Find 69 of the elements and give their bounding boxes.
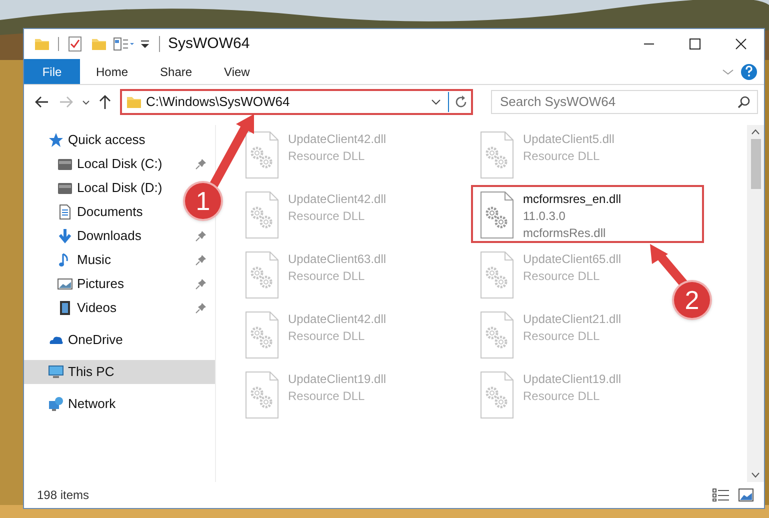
dll-file-icon <box>244 191 280 239</box>
ribbon-tab[interactable]: Share <box>144 59 208 84</box>
ribbon-tab[interactable]: View <box>208 59 266 84</box>
file-name: UpdateClient19.dll <box>288 371 386 388</box>
file-detail: Resource DLL <box>288 148 366 165</box>
dll-file-icon <box>479 311 515 359</box>
file-name: UpdateClient42.dll <box>288 311 386 328</box>
file-detail: mcformsRes.dll <box>523 225 607 242</box>
view-options-icon[interactable] <box>113 36 135 52</box>
large-icons-view-icon[interactable] <box>738 488 754 502</box>
ribbon-tab[interactable]: Home <box>80 59 144 84</box>
file-name: UpdateClient42.dll <box>288 131 386 148</box>
file-detail: Resource DLL <box>288 388 366 405</box>
dll-file-icon <box>244 131 280 179</box>
nav-item[interactable]: This PC <box>24 360 215 384</box>
file-detail: 11.0.3.0 <box>523 208 566 225</box>
document-icon <box>57 204 73 220</box>
properties-check-icon[interactable] <box>67 36 83 52</box>
nav-item[interactable]: Quick access <box>24 128 154 152</box>
drive-icon <box>57 180 73 196</box>
file-item[interactable]: mcformsres_en.dll 11.0.3.0 mcformsRes.dll <box>471 185 704 243</box>
dll-file-icon <box>244 251 280 299</box>
file-tab[interactable]: File <box>24 59 80 84</box>
file-name: mcformsres_en.dll <box>523 191 622 208</box>
search-icon[interactable] <box>737 95 751 109</box>
film-icon <box>57 300 73 316</box>
file-detail: Resource DLL <box>288 208 366 225</box>
nav-item[interactable]: Downloads <box>24 224 215 248</box>
file-name: UpdateClient63.dll <box>288 251 386 268</box>
file-detail: Resource DLL <box>523 268 601 285</box>
file-detail: Resource DLL <box>288 328 366 345</box>
file-name: UpdateClient21.dll <box>523 311 622 328</box>
file-name: UpdateClient65.dll <box>523 251 622 268</box>
nav-item[interactable]: Videos <box>24 296 215 320</box>
nav-item[interactable]: Local Disk (C:) <box>24 152 215 176</box>
address-path: C:\Windows\SysWOW64 <box>146 93 291 112</box>
nav-item[interactable]: Local Disk (D:) <box>24 176 170 200</box>
file-detail: Resource DLL <box>288 268 366 285</box>
dll-file-icon <box>479 371 515 419</box>
drive-icon <box>57 156 73 172</box>
file-detail: Resource DLL <box>523 388 601 405</box>
item-count: 198 items <box>37 487 90 504</box>
file-name: UpdateClient42.dll <box>288 191 386 208</box>
refresh-icon[interactable] <box>453 94 469 110</box>
dll-file-icon <box>244 371 280 419</box>
dll-file-icon <box>479 251 515 299</box>
dll-file-icon <box>244 311 280 359</box>
monitor-icon <box>48 364 64 380</box>
nav-item[interactable]: Network <box>24 392 124 416</box>
file-name: UpdateClient5.dll <box>523 131 614 148</box>
window-title: SysWOW64 <box>168 34 250 54</box>
nav-item[interactable]: Music <box>24 248 215 272</box>
nav-item[interactable]: Pictures <box>24 272 215 296</box>
folder-icon <box>126 94 142 110</box>
nav-item[interactable]: Documents <box>24 200 151 224</box>
file-detail: Resource DLL <box>523 328 601 345</box>
star-icon <box>48 132 64 148</box>
dll-file-icon <box>479 191 515 239</box>
address-bar[interactable]: C:\Windows\SysWOW64 <box>120 89 473 115</box>
dll-file-icon <box>479 131 515 179</box>
search-field[interactable]: Search SysWOW64 <box>491 90 758 114</box>
scrollbar-thumb[interactable] <box>750 139 760 189</box>
download-arrow-icon <box>57 228 73 244</box>
nav-item[interactable]: OneDrive <box>24 328 131 352</box>
file-name: UpdateClient19.dll <box>523 371 622 388</box>
details-view-icon[interactable] <box>712 488 730 502</box>
network-icon <box>48 396 64 412</box>
file-detail: Resource DLL <box>523 148 601 165</box>
picture-icon <box>57 276 73 292</box>
